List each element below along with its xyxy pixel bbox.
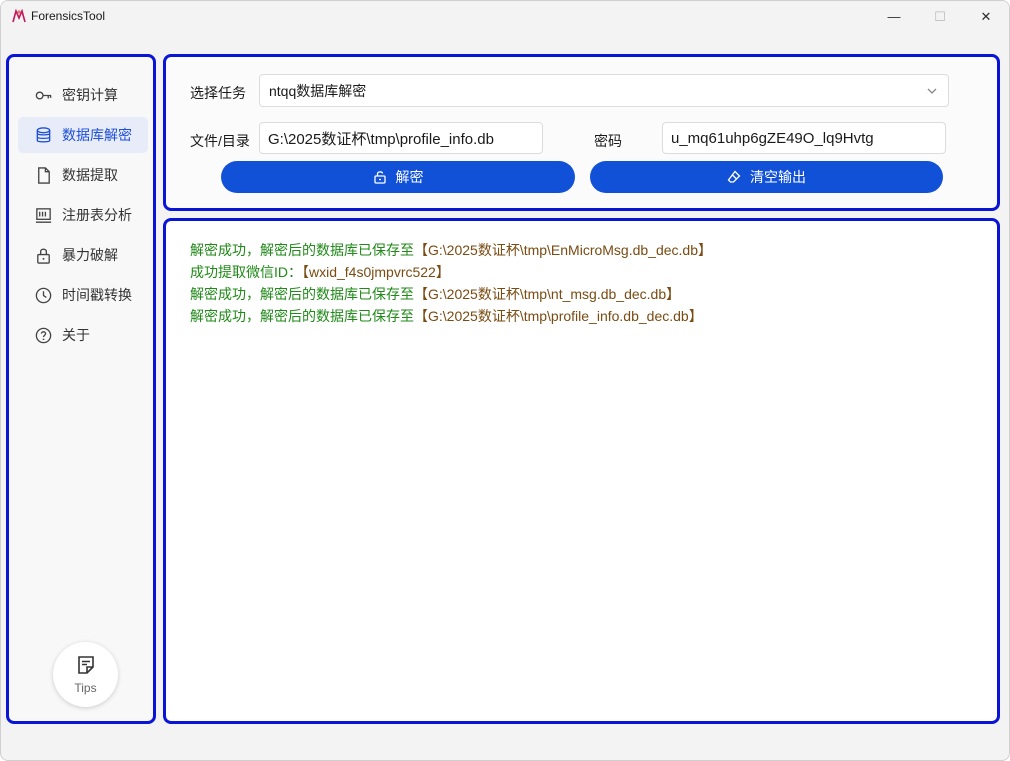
decrypt-button-label: 解密: [395, 169, 424, 185]
log-line: 解密成功，解密后的数据库已保存至【G:\2025数证杯\tmp\profile_…: [190, 305, 712, 327]
log-message: 解密成功，解密后的数据库已保存至: [190, 308, 414, 324]
log-line: 解密成功，解密后的数据库已保存至【G:\2025数证杯\tmp\nt_msg.d…: [190, 283, 712, 305]
note-icon: [77, 656, 94, 674]
lock-icon: [33, 245, 53, 265]
sidebar: 密钥计算 数据库解密 数据提取 注册表分析 暴力破解 时间戳转换 关于 Tips: [6, 54, 156, 724]
sidebar-nav: 密钥计算 数据库解密 数据提取 注册表分析 暴力破解 时间戳转换 关于: [18, 77, 148, 357]
sidebar-item-label: 注册表分析: [62, 207, 132, 223]
minimize-button[interactable]: —: [871, 1, 917, 32]
log-message: 解密成功，解密后的数据库已保存至: [190, 242, 414, 258]
task-label: 选择任务: [190, 85, 246, 101]
password-input[interactable]: u_mq61uhp6gZE49O_lq9Hvtg: [662, 122, 946, 154]
sidebar-item-bruteforce[interactable]: 暴力破解: [18, 237, 148, 273]
tips-label: Tips: [74, 681, 97, 695]
log-line: 解密成功，解密后的数据库已保存至【G:\2025数证杯\tmp\EnMicroM…: [190, 239, 712, 261]
key-icon: [33, 85, 53, 105]
sidebar-item-label: 关于: [62, 327, 90, 343]
sidebar-item-registry[interactable]: 注册表分析: [18, 197, 148, 233]
unlock-icon: [373, 171, 386, 184]
decrypt-button[interactable]: 解密: [221, 161, 575, 193]
log-value: 【G:\2025数证杯\tmp\nt_msg.db_dec.db】: [414, 286, 681, 302]
sidebar-item-data-extract[interactable]: 数据提取: [18, 157, 148, 193]
close-button[interactable]: ✕: [963, 1, 1009, 32]
log-message: 解密成功，解密后的数据库已保存至: [190, 286, 414, 302]
log-message: 成功提取微信ID：: [190, 264, 302, 280]
clock-icon: [33, 285, 53, 305]
log-line: 成功提取微信ID：【wxid_f4s0jmpvrc522】: [190, 261, 712, 283]
sidebar-item-about[interactable]: 关于: [18, 317, 148, 353]
task-form-panel: 选择任务 ntqq数据库解密 文件/目录 G:\2025数证杯\tmp\prof…: [163, 54, 1000, 211]
path-label: 文件/目录: [190, 133, 250, 149]
sidebar-item-label: 数据提取: [62, 167, 118, 183]
app-logo-icon: [12, 9, 26, 23]
log-value: 【G:\2025数证杯\tmp\profile_info.db_dec.db】: [414, 308, 703, 324]
clear-output-button[interactable]: 清空输出: [590, 161, 943, 193]
path-input[interactable]: G:\2025数证杯\tmp\profile_info.db: [259, 122, 543, 154]
log-value: 【G:\2025数证杯\tmp\EnMicroMsg.db_dec.db】: [414, 242, 713, 258]
sidebar-item-label: 暴力破解: [62, 247, 118, 263]
sidebar-item-timestamp[interactable]: 时间戳转换: [18, 277, 148, 313]
password-label: 密码: [594, 133, 622, 149]
task-select-value: ntqq数据库解密: [269, 82, 367, 99]
window-title: ForensicsTool: [31, 9, 106, 23]
output-panel[interactable]: 解密成功，解密后的数据库已保存至【G:\2025数证杯\tmp\EnMicroM…: [163, 218, 1000, 724]
sidebar-item-label: 密钥计算: [62, 87, 118, 103]
file-icon: [33, 165, 53, 185]
chevron-down-icon: [927, 88, 937, 94]
registry-icon: [33, 205, 53, 225]
app-window: ForensicsTool — ☐ ✕ 密钥计算 数据库解密 数据提取 注册表分…: [0, 0, 1010, 761]
clear-output-button-label: 清空输出: [750, 169, 806, 185]
eraser-icon: [727, 170, 741, 183]
sidebar-item-key-calc[interactable]: 密钥计算: [18, 77, 148, 113]
help-icon: [33, 325, 53, 345]
database-icon: [33, 125, 53, 145]
title-bar[interactable]: ForensicsTool — ☐ ✕: [1, 1, 1009, 32]
sidebar-item-label: 数据库解密: [62, 127, 132, 143]
log-value: 【wxid_f4s0jmpvrc522】: [302, 264, 450, 280]
sidebar-item-db-decrypt[interactable]: 数据库解密: [18, 117, 148, 153]
task-select[interactable]: ntqq数据库解密: [259, 74, 949, 107]
output-log: 解密成功，解密后的数据库已保存至【G:\2025数证杯\tmp\EnMicroM…: [190, 239, 712, 327]
maximize-button[interactable]: ☐: [917, 1, 963, 32]
sidebar-item-label: 时间戳转换: [62, 287, 132, 303]
tips-button[interactable]: Tips: [53, 642, 118, 707]
